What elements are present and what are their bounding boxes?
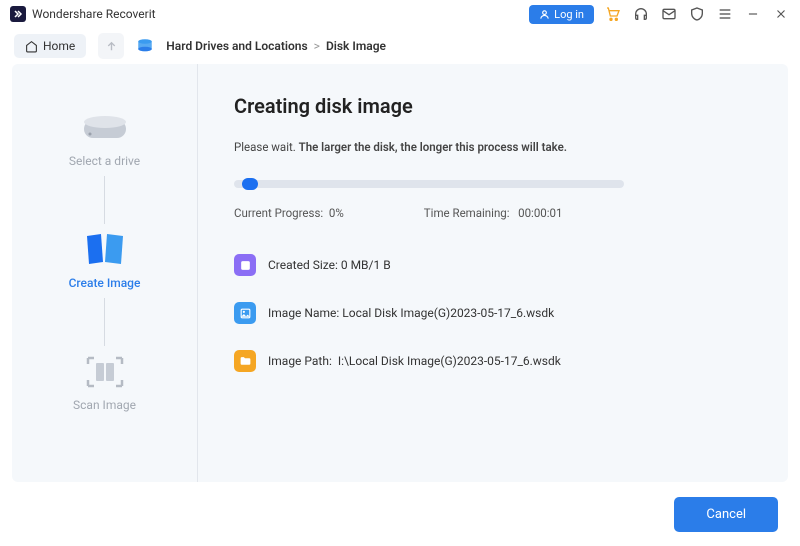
shield-icon[interactable] <box>688 5 706 23</box>
subtitle-prefix: Please wait. <box>234 140 299 154</box>
footer: Cancel <box>0 482 800 546</box>
mail-icon[interactable] <box>660 5 678 23</box>
subtitle-bold: The larger the disk, the longer this pro… <box>299 140 567 154</box>
login-label: Log in <box>554 8 584 21</box>
size-text: Created Size: 0 MB/1 B <box>268 258 391 272</box>
scan-image-icon <box>81 354 129 390</box>
created-size-row: Created Size: 0 MB/1 B <box>234 254 752 276</box>
home-button[interactable]: Home <box>14 34 86 58</box>
up-button[interactable] <box>98 33 124 59</box>
progress-value: 0% <box>329 206 344 220</box>
step-select-label: Select a drive <box>69 154 140 168</box>
step-scan-image: Scan Image <box>12 354 197 412</box>
breadcrumb-separator: > <box>314 39 320 53</box>
image-path-row: Image Path: I:\Local Disk Image(G)2023-0… <box>234 350 752 372</box>
step-scan-label: Scan Image <box>73 398 136 412</box>
main-area: Select a drive Create Image Scan Image C… <box>12 64 788 482</box>
breadcrumb-item-2[interactable]: Disk Image <box>326 39 386 53</box>
subtitle: Please wait. The larger the disk, the lo… <box>234 140 752 154</box>
page-title: Creating disk image <box>234 94 752 118</box>
storage-icon <box>234 254 256 276</box>
progress-info-row: Current Progress: 0% Time Remaining: 00:… <box>234 206 752 220</box>
path-text: Image Path: I:\Local Disk Image(G)2023-0… <box>268 354 561 368</box>
step-create-image: Create Image <box>12 232 197 290</box>
image-name-row: Image Name: Local Disk Image(G)2023-05-1… <box>234 302 752 324</box>
content-area: Creating disk image Please wait. The lar… <box>198 64 788 482</box>
titlebar-right: Log in <box>529 5 790 24</box>
time-label: Time Remaining: <box>424 206 510 220</box>
login-button[interactable]: Log in <box>529 5 594 24</box>
step-connector <box>104 176 105 224</box>
minimize-icon[interactable] <box>744 5 762 23</box>
image-icon <box>234 302 256 324</box>
progress-label: Current Progress: <box>234 206 323 220</box>
progress-handle <box>242 178 258 190</box>
navbar: Home Hard Drives and Locations > Disk Im… <box>0 28 800 64</box>
progress-text: Current Progress: 0% <box>234 206 344 220</box>
drive-icon <box>81 110 129 146</box>
folder-icon <box>234 350 256 372</box>
time-text: Time Remaining: 00:00:01 <box>424 206 563 220</box>
home-label: Home <box>43 39 75 53</box>
menu-icon[interactable] <box>716 5 734 23</box>
cart-icon[interactable] <box>604 5 622 23</box>
titlebar: Wondershare Recoverit Log in <box>0 0 800 28</box>
step-create-label: Create Image <box>69 276 141 290</box>
name-text: Image Name: Local Disk Image(G)2023-05-1… <box>268 306 554 320</box>
titlebar-left: Wondershare Recoverit <box>10 6 156 22</box>
progress-bar <box>234 180 624 188</box>
disk-icon <box>136 37 154 55</box>
app-logo-icon <box>10 6 26 22</box>
create-image-icon <box>81 232 129 268</box>
step-connector <box>104 298 105 346</box>
breadcrumb-item-1[interactable]: Hard Drives and Locations <box>166 39 307 53</box>
app-title: Wondershare Recoverit <box>32 7 156 21</box>
sidebar: Select a drive Create Image Scan Image <box>12 64 198 482</box>
time-value: 00:00:01 <box>518 206 562 220</box>
breadcrumb: Hard Drives and Locations > Disk Image <box>166 39 386 53</box>
cancel-button[interactable]: Cancel <box>674 497 778 532</box>
headset-icon[interactable] <box>632 5 650 23</box>
step-select-drive: Select a drive <box>12 110 197 168</box>
close-icon[interactable] <box>772 5 790 23</box>
